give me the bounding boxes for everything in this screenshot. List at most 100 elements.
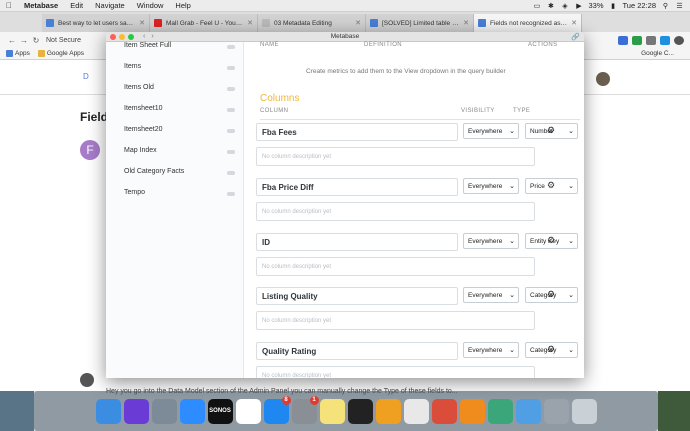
airplay-icon[interactable]: ▭ xyxy=(532,2,541,10)
bluetooth-icon[interactable]: ✱ xyxy=(546,2,555,10)
setapp-app[interactable] xyxy=(431,398,457,424)
type-select[interactable]: Number ⚙ ⌄ xyxy=(525,123,578,139)
sidebar-item-items[interactable]: Items xyxy=(124,63,141,70)
extension-icon[interactable] xyxy=(646,35,656,45)
column-name-field[interactable]: Listing Quality xyxy=(256,287,458,305)
sidebar-item-map-index[interactable]: Map Index xyxy=(124,147,157,154)
sidebar-item-items-old[interactable]: Items Old xyxy=(124,84,154,91)
discourse-logo[interactable]: D xyxy=(83,72,89,81)
wifi-icon[interactable]: ◈ xyxy=(560,2,569,10)
siri-app[interactable] xyxy=(123,398,149,424)
visibility-toggle[interactable] xyxy=(227,129,235,133)
not-secure-label[interactable]: Not Secure xyxy=(46,37,81,44)
browser-tab-active[interactable]: Fields not recognized as Categ ✕ xyxy=(474,14,582,32)
browser-tab[interactable]: Mall Grab - Feel U - YouTub ✕ xyxy=(150,14,258,32)
column-description-field[interactable]: No column description yet xyxy=(256,366,535,378)
sidebar-item-old-category-facts[interactable]: Old Category Facts xyxy=(124,168,184,175)
volume-icon[interactable]: ▶ xyxy=(574,2,583,10)
gear-icon[interactable]: ⚙ xyxy=(547,289,555,300)
visibility-toggle[interactable] xyxy=(227,171,235,175)
visibility-select[interactable]: Everywhere ⌄ xyxy=(463,233,519,249)
sonos-app[interactable]: SONOS xyxy=(207,398,233,424)
column-description-field[interactable]: No column description yet xyxy=(256,311,535,330)
sidebar-item-item-sheet-full[interactable]: Item Sheet Full xyxy=(124,42,171,49)
close-icon[interactable]: ✕ xyxy=(463,19,469,27)
visibility-toggle[interactable] xyxy=(227,192,235,196)
back-icon[interactable]: ← xyxy=(6,36,18,45)
column-description-field[interactable]: No column description yet xyxy=(256,202,535,221)
gear-icon[interactable]: ⚙ xyxy=(547,180,555,191)
link-icon[interactable]: 🔗 xyxy=(571,33,580,41)
column-description-field[interactable]: No column description yet xyxy=(256,257,535,276)
visibility-toggle[interactable] xyxy=(227,87,235,91)
browser-tab[interactable]: 03 Metadata Editing ✕ xyxy=(258,14,366,32)
battery-icon[interactable]: ▮ xyxy=(609,2,618,10)
avatar[interactable]: F xyxy=(80,140,100,160)
window-titlebar[interactable]: ‹ › Metabase 🔗 xyxy=(106,32,584,42)
downloads-app[interactable] xyxy=(543,398,569,424)
extension-icon[interactable] xyxy=(632,35,642,45)
finder-app[interactable] xyxy=(95,398,121,424)
zoom-app[interactable] xyxy=(179,398,205,424)
menu-navigate[interactable]: Navigate xyxy=(89,1,131,10)
visibility-toggle[interactable] xyxy=(227,150,235,154)
books-app[interactable] xyxy=(459,398,485,424)
trash-app[interactable] xyxy=(571,398,597,424)
close-icon[interactable]: ✕ xyxy=(139,19,145,27)
lab-app[interactable] xyxy=(487,398,513,424)
reply-avatar[interactable] xyxy=(80,373,94,387)
type-select[interactable]: Category ⚙ ⌄ xyxy=(525,342,578,358)
apple-icon[interactable]:  xyxy=(0,1,18,10)
browser-tab[interactable]: Best way to let users save 'fav ✕ xyxy=(42,14,150,32)
close-icon[interactable]: ✕ xyxy=(571,19,577,27)
app-store-app[interactable]: 8 xyxy=(263,395,291,424)
column-name-field[interactable]: Quality Rating xyxy=(256,342,458,360)
visibility-select[interactable]: Everywhere ⌄ xyxy=(463,123,519,139)
column-description-field[interactable]: No column description yet xyxy=(256,147,535,166)
visibility-toggle[interactable] xyxy=(227,108,235,112)
column-name-field[interactable]: Fba Fees xyxy=(256,123,458,141)
user-avatar[interactable] xyxy=(596,72,610,86)
terminal-app[interactable] xyxy=(347,398,373,424)
launchpad-app[interactable] xyxy=(151,398,177,424)
extension-icon[interactable] xyxy=(618,35,628,45)
notes-app[interactable] xyxy=(319,398,345,424)
system-preferences-app[interactable]: 1 xyxy=(291,395,319,424)
browser-tab[interactable]: [SOLVED] Limited table filters ✕ xyxy=(366,14,474,32)
bookmark-google-c[interactable]: Google C... xyxy=(641,50,682,57)
search-icon[interactable]: ⚲ xyxy=(661,2,670,10)
forward-icon[interactable]: → xyxy=(18,36,30,45)
visibility-toggle[interactable] xyxy=(227,66,235,70)
type-select[interactable]: Price ⚙ ⌄ xyxy=(525,178,578,194)
close-icon[interactable]: ✕ xyxy=(355,19,361,27)
type-select[interactable]: Entity Key ⚙ ⌄ xyxy=(525,233,578,249)
visibility-select[interactable]: Everywhere ⌄ xyxy=(463,178,519,194)
chrome-app[interactable] xyxy=(403,398,429,424)
type-select[interactable]: Category ⚙ ⌄ xyxy=(525,287,578,303)
column-name-field[interactable]: ID xyxy=(256,233,458,251)
profile-icon[interactable] xyxy=(674,35,684,45)
gear-icon[interactable]: ⚙ xyxy=(547,344,555,355)
visibility-toggle[interactable] xyxy=(227,45,235,49)
column-name-field[interactable]: Fba Price Diff xyxy=(256,178,458,196)
metabase-app[interactable] xyxy=(515,398,541,424)
menu-edit[interactable]: Edit xyxy=(64,1,89,10)
menu-window[interactable]: Window xyxy=(131,1,170,10)
gear-icon[interactable]: ⚙ xyxy=(547,125,555,136)
bookmark-google-apps[interactable]: Google Apps xyxy=(37,50,84,57)
menu-app-name[interactable]: Metabase xyxy=(18,1,64,10)
visibility-select[interactable]: Everywhere ⌄ xyxy=(463,342,519,358)
gear-icon[interactable]: ⚙ xyxy=(547,235,555,246)
sidebar-item-tempo[interactable]: Tempo xyxy=(124,189,145,196)
slack-app[interactable] xyxy=(235,398,261,424)
visibility-select[interactable]: Everywhere ⌄ xyxy=(463,287,519,303)
clock[interactable]: Tue 22:28 xyxy=(623,1,657,10)
sublime-app[interactable] xyxy=(375,398,401,424)
sidebar-item-itemsheet20[interactable]: Itemsheet20 xyxy=(124,126,163,133)
menu-list-icon[interactable]: ☰ xyxy=(675,2,684,10)
menu-help[interactable]: Help xyxy=(169,1,196,10)
bookmark-apps[interactable]: Apps xyxy=(6,50,30,57)
close-icon[interactable]: ✕ xyxy=(247,19,253,27)
sidebar-item-itemsheet10[interactable]: Itemsheet10 xyxy=(124,105,163,112)
extension-icon[interactable] xyxy=(660,35,670,45)
